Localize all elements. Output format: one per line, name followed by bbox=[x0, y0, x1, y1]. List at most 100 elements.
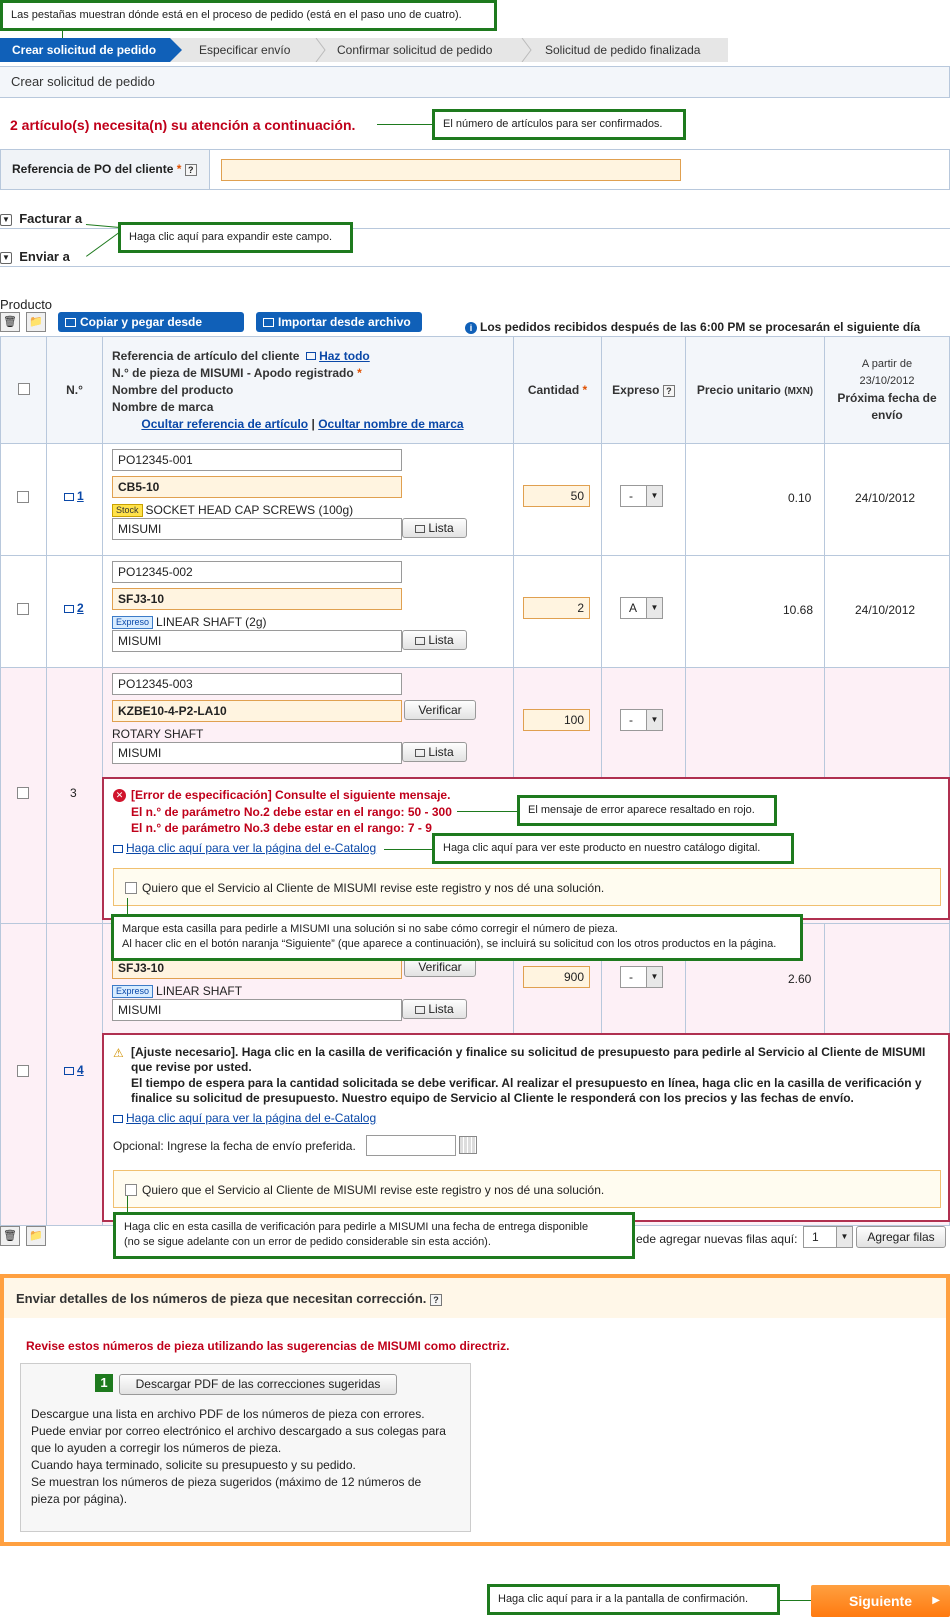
product-name-text: LINEAR SHAFT bbox=[156, 984, 243, 998]
row-1-part-input[interactable]: CB5-10 bbox=[112, 476, 402, 498]
warning-body: El tiempo de espera para la cantidad sol… bbox=[131, 1076, 922, 1105]
row-1-ref-input[interactable]: PO12345-001 bbox=[112, 449, 402, 471]
row-2-checkbox[interactable] bbox=[17, 603, 29, 615]
download-pdf-button[interactable]: Descargar PDF de las correcciones sugeri… bbox=[119, 1374, 397, 1395]
row-number-link[interactable]: 2 bbox=[77, 601, 84, 615]
ecatalog-link[interactable]: Haga clic aquí para ver la página del e-… bbox=[126, 1111, 376, 1125]
step-confirm: Confirmar solicitud de pedido bbox=[337, 38, 492, 62]
import-from-file-button[interactable]: Importar desde archivo bbox=[256, 312, 422, 332]
next-button-label: Siguiente bbox=[848, 1593, 912, 1609]
row-2-qty-input[interactable]: 2 bbox=[523, 597, 590, 619]
solution-request-checkbox[interactable] bbox=[125, 1184, 137, 1196]
list-button-label: Lista bbox=[428, 633, 454, 647]
row-1-checkbox[interactable] bbox=[17, 491, 29, 503]
error-title: [Error de especificación] Consulte el si… bbox=[131, 788, 451, 802]
row-2-ref-input[interactable]: PO12345-002 bbox=[112, 561, 402, 583]
corrections-header: Enviar detalles de los números de pieza … bbox=[4, 1278, 946, 1318]
add-rows-value: 1 bbox=[812, 1230, 819, 1244]
row-3-brand-input[interactable]: MISUMI bbox=[112, 742, 402, 764]
row-number-link[interactable]: 1 bbox=[77, 489, 84, 503]
row-2-product-name: Expreso LINEAR SHAFT (2g) bbox=[112, 615, 267, 630]
table-header-row: N.° Referencia de artículo del cliente H… bbox=[0, 336, 950, 444]
step-separator bbox=[314, 38, 326, 62]
row-3-list-button[interactable]: Lista bbox=[402, 742, 467, 762]
expand-arrow-icon[interactable]: ▼ bbox=[0, 213, 12, 226]
ecatalog-link-row[interactable]: Haga clic aquí para ver la página del e-… bbox=[113, 1111, 376, 1125]
download-instructions: Descargue una lista en archivo PDF de lo… bbox=[31, 1406, 446, 1508]
callout-date: Haga clic en esta casilla de verificació… bbox=[113, 1212, 635, 1259]
row-4-qty-input[interactable]: 900 bbox=[523, 966, 590, 988]
po-label-text: Referencia de PO del cliente bbox=[12, 162, 174, 176]
ecatalog-link-row[interactable]: Haga clic aquí para ver la página del e-… bbox=[113, 841, 376, 855]
row-4-brand-input[interactable]: MISUMI bbox=[112, 999, 402, 1021]
solution-request-checkbox[interactable] bbox=[125, 882, 137, 894]
delete-rows-button[interactable]: 🗑 bbox=[0, 312, 20, 332]
instruction-line: Puede enviar por correo electrónico el a… bbox=[31, 1424, 446, 1438]
solution-request-label: Quiero que el Servicio al Cliente de MIS… bbox=[142, 1183, 605, 1197]
row-1-list-button[interactable]: Lista bbox=[402, 518, 467, 538]
step-number-badge: 1 bbox=[95, 1374, 113, 1392]
callout-catalog-text: Haga clic aquí para ver este producto en… bbox=[443, 842, 761, 854]
row-3-ref-input[interactable]: PO12345-003 bbox=[112, 673, 402, 695]
ecatalog-link[interactable]: Haga clic aquí para ver la página del e-… bbox=[126, 841, 376, 855]
expand-arrow-icon[interactable]: ▼ bbox=[0, 251, 12, 264]
header-qty: Cantidad * bbox=[513, 336, 602, 444]
row-4-list-button[interactable]: Lista bbox=[402, 999, 467, 1019]
row-2-brand-input[interactable]: MISUMI bbox=[112, 630, 402, 652]
express-value: - bbox=[629, 713, 633, 727]
po-reference-input[interactable] bbox=[221, 159, 681, 181]
next-button[interactable]: Siguiente ▶ bbox=[811, 1585, 950, 1617]
help-icon[interactable]: ? bbox=[662, 384, 675, 397]
row-3-verify-button[interactable]: Verificar bbox=[404, 700, 476, 720]
play-arrow-icon: ▶ bbox=[932, 1595, 940, 1606]
list-button-label: Lista bbox=[428, 1002, 454, 1016]
do-all-link[interactable]: Haz todo bbox=[319, 349, 370, 363]
row-4-checkbox[interactable] bbox=[17, 1065, 29, 1077]
folder-button[interactable]: 📁 bbox=[26, 312, 46, 332]
step-finished-label: Solicitud de pedido finalizada bbox=[545, 43, 701, 57]
add-rows-label: ede agregar nuevas filas aquí: bbox=[636, 1232, 798, 1246]
row-4-express-select[interactable]: - ▼ bbox=[620, 966, 663, 988]
delete-rows-button[interactable]: 🗑 bbox=[0, 1226, 20, 1246]
window-icon bbox=[64, 492, 74, 501]
preferred-date-input[interactable] bbox=[366, 1135, 456, 1156]
callout-solve: Marque esta casilla para pedirle a MISUM… bbox=[111, 914, 803, 961]
copy-from-excel-button[interactable]: Copiar y pegar desde Excel bbox=[58, 312, 244, 349]
row-2-part-input[interactable]: SFJ3-10 bbox=[112, 588, 402, 610]
row-price-cell bbox=[685, 667, 825, 781]
hide-ref-link[interactable]: Ocultar referencia de artículo bbox=[141, 417, 308, 431]
row-1-qty-input[interactable]: 50 bbox=[523, 485, 590, 507]
express-badge: Expreso bbox=[112, 985, 154, 999]
hide-brand-link[interactable]: Ocultar nombre de marca bbox=[318, 417, 463, 431]
row-2-express-select[interactable]: A ▼ bbox=[620, 597, 663, 619]
row-1-express-select[interactable]: - ▼ bbox=[620, 485, 663, 507]
row-3-qty-input[interactable]: 100 bbox=[523, 709, 590, 731]
row-1-brand-input[interactable]: MISUMI bbox=[112, 518, 402, 540]
callout-next-text: Haga clic aquí para ir a la pantalla de … bbox=[498, 1593, 749, 1605]
step-create-label: Crear solicitud de pedido bbox=[12, 43, 157, 57]
row-3-express-select[interactable]: - ▼ bbox=[620, 709, 663, 731]
row-3-part-input[interactable]: KZBE10-4-P2-LA10 bbox=[112, 700, 402, 722]
window-icon bbox=[415, 636, 426, 645]
express-badge: Expreso bbox=[112, 616, 154, 630]
header-currency: (MXN) bbox=[784, 386, 814, 397]
row-3-checkbox[interactable] bbox=[17, 787, 29, 799]
expand-ship-to[interactable]: ▼ Enviar a bbox=[0, 249, 70, 264]
row-2-list-button[interactable]: Lista bbox=[402, 630, 467, 650]
row-1-number[interactable]: 1 bbox=[64, 489, 84, 503]
row-number-link[interactable]: 4 bbox=[77, 1063, 84, 1077]
add-rows-button[interactable]: Agregar filas bbox=[856, 1226, 946, 1248]
warning-title: [Ajuste necesario]. Haga clic en la casi… bbox=[131, 1045, 926, 1074]
folder-button[interactable]: 📁 bbox=[26, 1226, 46, 1246]
callout-next-connector bbox=[780, 1600, 811, 1601]
add-rows-select[interactable]: 1 ▼ bbox=[803, 1226, 853, 1248]
callout-count: El número de artículos para ser confirma… bbox=[432, 109, 686, 140]
calendar-icon[interactable] bbox=[459, 1136, 477, 1154]
help-icon[interactable]: ? bbox=[430, 1293, 442, 1306]
expand-bill-to[interactable]: ▼ Facturar a bbox=[0, 211, 82, 226]
row-4-number[interactable]: 4 bbox=[64, 1063, 84, 1077]
select-all-cell bbox=[0, 336, 47, 444]
help-icon[interactable]: ? bbox=[184, 163, 197, 176]
row-2-number[interactable]: 2 bbox=[64, 601, 84, 615]
select-all-checkbox[interactable] bbox=[17, 382, 30, 395]
